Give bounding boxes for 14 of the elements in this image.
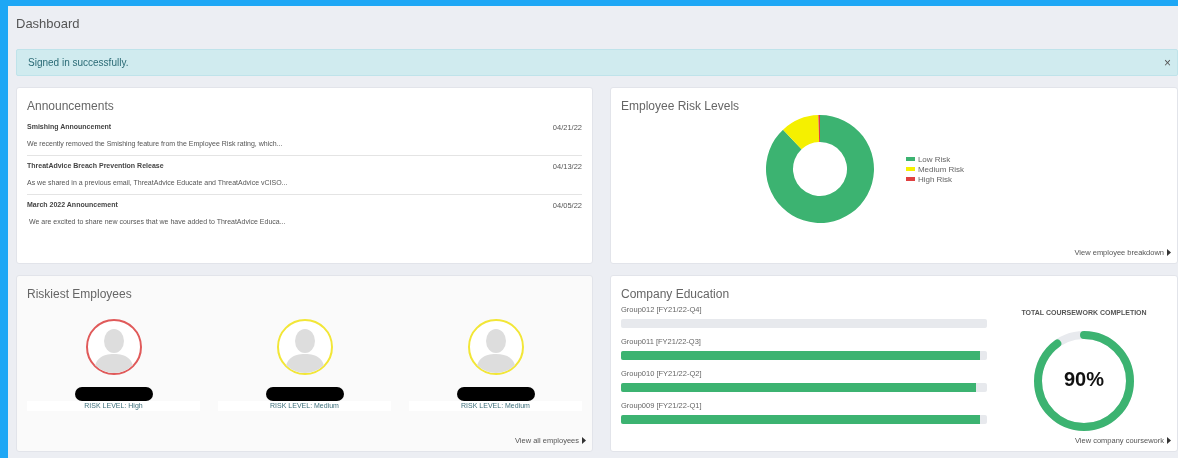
card-title: Employee Risk Levels (621, 99, 740, 113)
legend-label: Low Risk (917, 154, 951, 164)
close-button[interactable]: × (1160, 55, 1177, 70)
caret-icon (1167, 437, 1171, 444)
card-title: Announcements (27, 99, 114, 113)
caret-icon (1167, 249, 1171, 256)
alert-message: Signed in successfully. (28, 57, 129, 68)
caret-icon (582, 437, 586, 444)
card-title: Riskiest Employees (27, 287, 132, 301)
legend-label: Medium Risk (917, 164, 965, 174)
completion-percent: 90% (1063, 368, 1105, 391)
page-title: Dashboard (16, 16, 80, 31)
legend-label: High Risk (917, 174, 953, 184)
card-title: Company Education (621, 287, 730, 301)
